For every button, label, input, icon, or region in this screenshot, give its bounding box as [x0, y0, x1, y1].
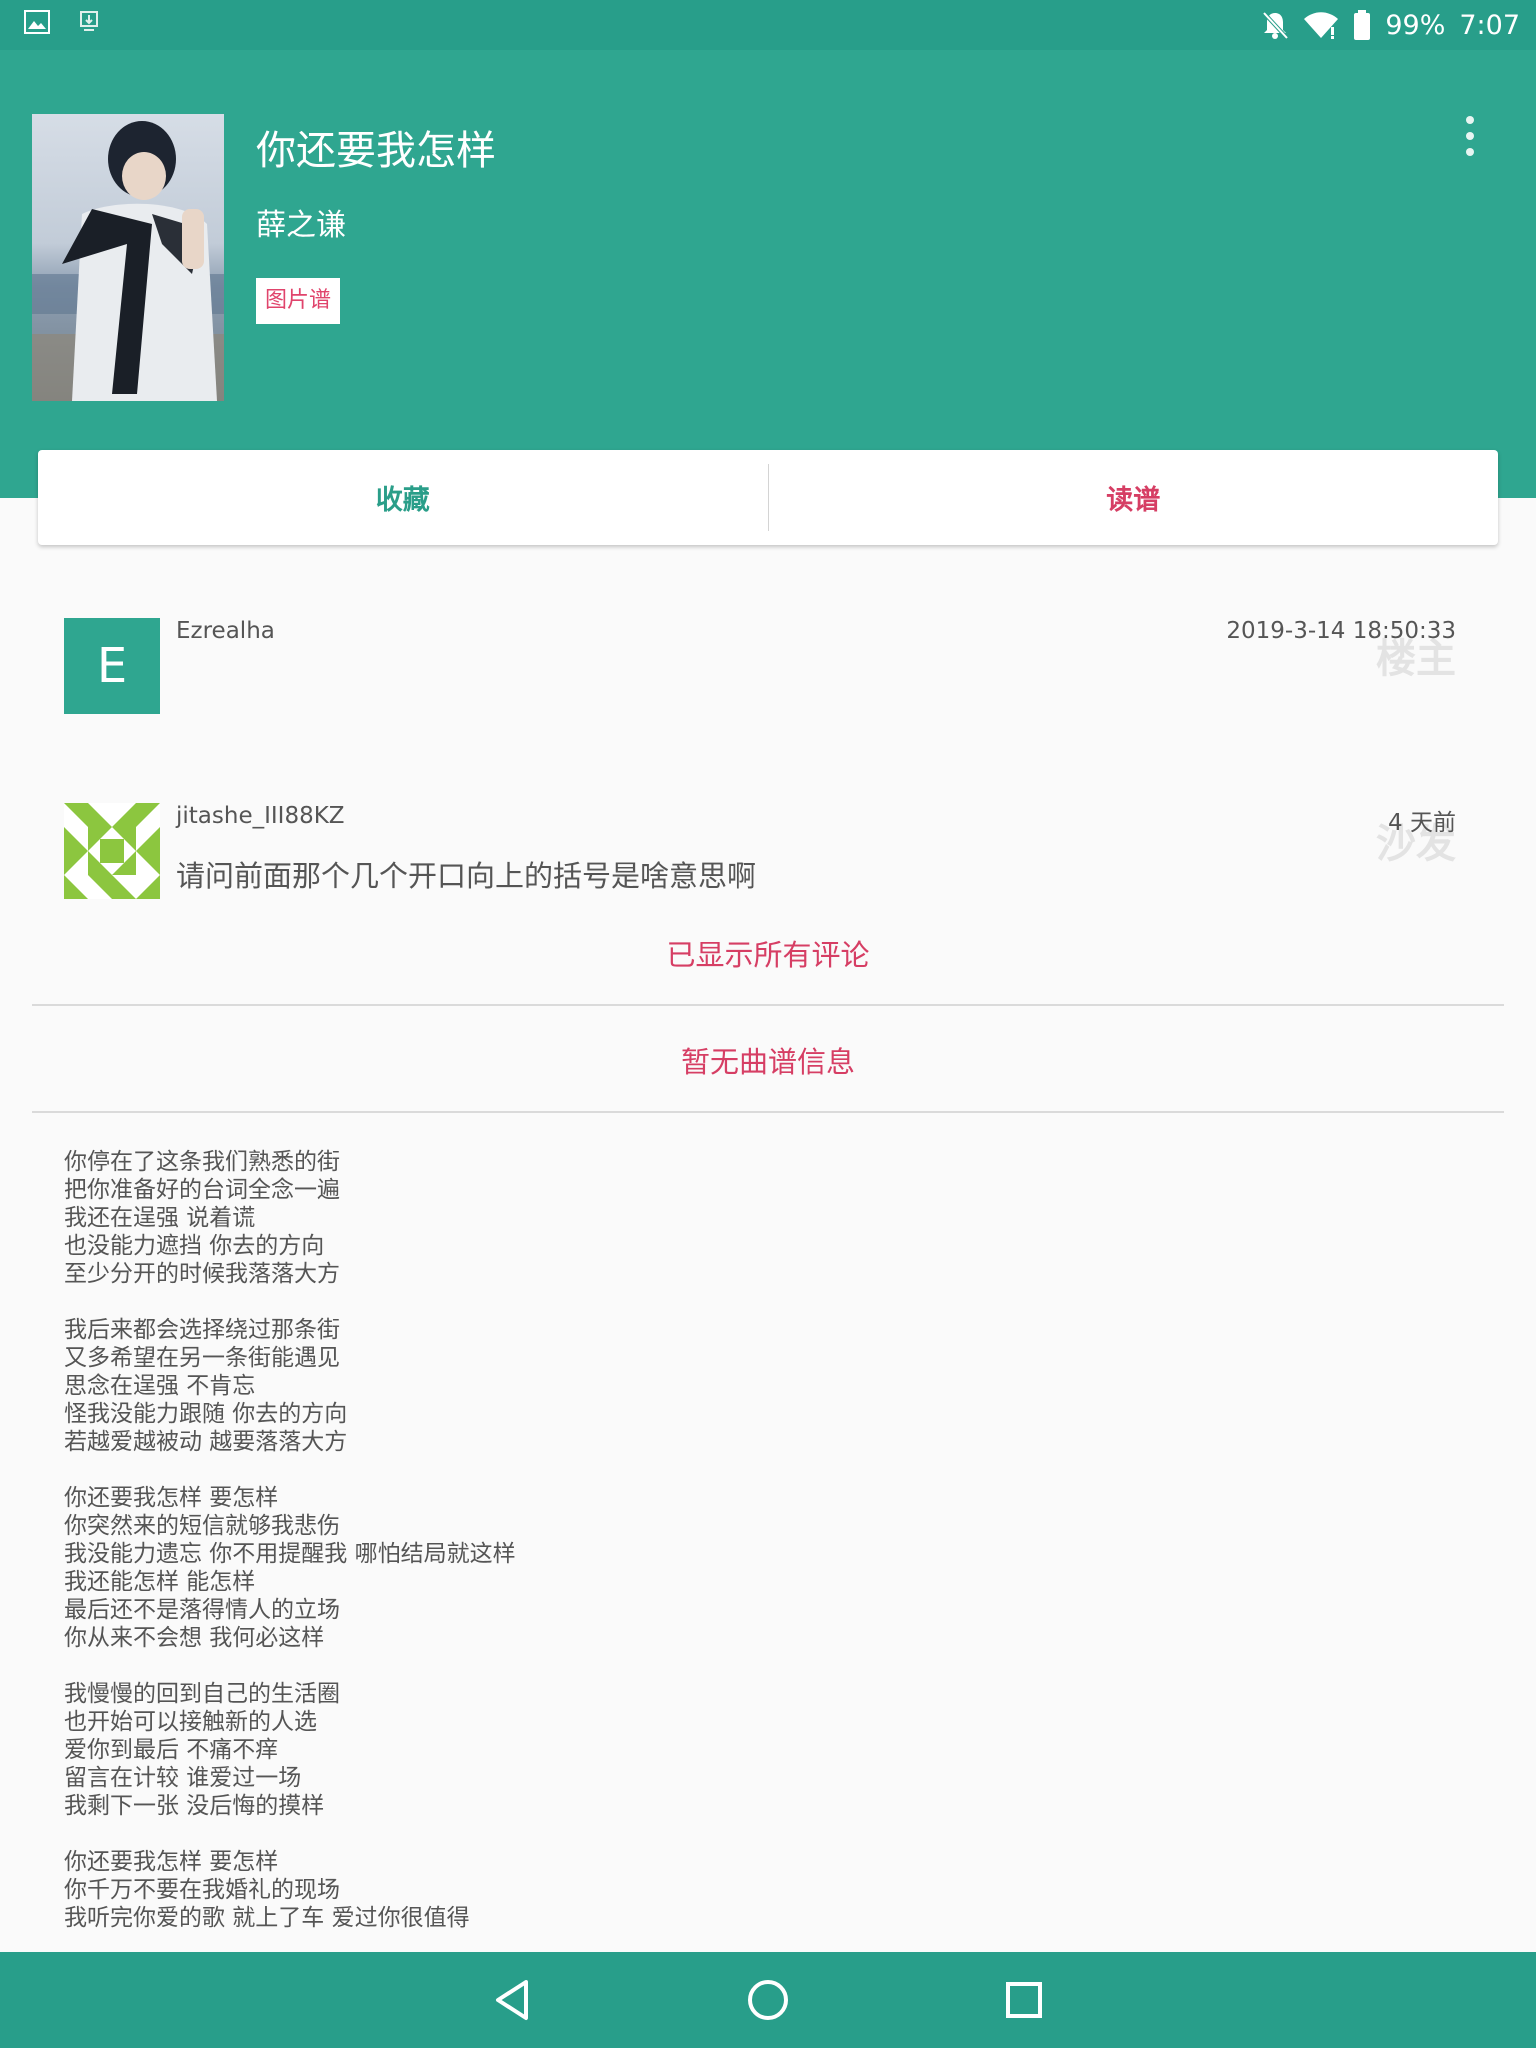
status-bar: 99% 7:07: [0, 0, 1536, 50]
score-type-tag: 图片谱: [256, 278, 341, 324]
favorite-button[interactable]: 收藏: [38, 450, 768, 545]
lyrics-line: 我还能怎样 能怎样: [64, 1569, 256, 1595]
lyrics-line: 又多希望在另一条街能遇见: [64, 1345, 340, 1371]
lyrics-line: 我剩下一张 没后悔的摸样: [64, 1793, 325, 1819]
lyrics-line: 若越爱越被动 越要落落大方: [64, 1429, 348, 1455]
lyrics-line: 你停在了这条我们熟悉的街: [64, 1149, 340, 1175]
all-comments-shown-label: 已显示所有评论: [666, 938, 870, 972]
download-icon: [78, 10, 100, 34]
artist-name[interactable]: 薛之谦: [256, 200, 346, 244]
comment-username[interactable]: jitashe_III88KZ: [176, 803, 345, 829]
lyrics-line: 你还要我怎样 要怎样: [64, 1849, 279, 1875]
lyrics-line: 也没能力遮挡 你去的方向: [64, 1233, 325, 1259]
comment-username[interactable]: Ezrealha: [176, 618, 275, 644]
lyrics-line: 怪我没能力跟随 你去的方向: [64, 1401, 348, 1427]
avatar[interactable]: E: [64, 618, 160, 714]
navigation-bar: [0, 1952, 1536, 2048]
lyrics-line: 我慢慢的回到自己的生活圈: [64, 1681, 340, 1707]
lyrics-stanza: 你还要我怎样 要怎样 你突然来的短信就够我悲伤 我没能力遗忘 你不用提醒我 哪怕…: [64, 1484, 1464, 1652]
battery-icon: [1353, 10, 1371, 40]
lyrics-line: 你还要我怎样 要怎样: [64, 1485, 279, 1511]
lyrics-line: 最后还不是落得情人的立场: [64, 1597, 340, 1623]
image-icon: [24, 10, 50, 34]
comment-item[interactable]: E Ezrealha 楼主 2019-3-14 18:50:33: [64, 618, 1456, 714]
divider: [32, 1111, 1504, 1113]
lyrics-line: 把你准备好的台词全念一遍: [64, 1177, 340, 1203]
back-icon[interactable]: [490, 1978, 534, 2022]
lyrics-line: 我听完你爱的歌 就上了车 爱过你很值得: [64, 1905, 470, 1931]
read-score-button[interactable]: 读谱: [769, 450, 1499, 545]
lyrics-stanza: 你停在了这条我们熟悉的街 把你准备好的台词全念一遍 我还在逞强 说着谎 也没能力…: [64, 1148, 1464, 1288]
song-header: 你还要我怎样 薛之谦 图片谱: [0, 50, 1536, 498]
lyrics-line: 你突然来的短信就够我悲伤: [64, 1513, 340, 1539]
avatar[interactable]: [64, 803, 160, 899]
album-cover: [32, 114, 224, 401]
lyrics-line: 至少分开的时候我落落大方: [64, 1261, 340, 1287]
lyrics-stanza: 我慢慢的回到自己的生活圈 也开始可以接触新的人选 爱你到最后 不痛不痒 留言在计…: [64, 1680, 1464, 1820]
battery-percent: 99%: [1385, 9, 1446, 41]
more-options-icon[interactable]: [1464, 116, 1476, 156]
clock: 7:07: [1459, 9, 1520, 41]
comment-time: 2019-3-14 18:50:33: [1226, 618, 1456, 644]
home-icon[interactable]: [746, 1978, 790, 2022]
lyrics-line: 你从来不会想 我何必这样: [64, 1625, 325, 1651]
song-title: 你还要我怎样: [256, 128, 496, 174]
no-score-info-label: 暂无曲谱信息: [680, 1045, 855, 1079]
lyrics-text: 你停在了这条我们熟悉的街 把你准备好的台词全念一遍 我还在逞强 说着谎 也没能力…: [64, 1148, 1464, 1960]
lyrics-stanza: 我后来都会选择绕过那条街 又多希望在另一条街能遇见 思念在逞强 不肯忘 怪我没能…: [64, 1316, 1464, 1456]
notifications-off-icon: [1261, 10, 1289, 40]
lyrics-line: 我没能力遗忘 你不用提醒我 哪怕结局就这样: [64, 1541, 516, 1567]
recents-icon[interactable]: [1002, 1978, 1046, 2022]
lyrics-line: 留言在计较 谁爱过一场: [64, 1765, 302, 1791]
lyrics-line: 我还在逞强 说着谎: [64, 1205, 256, 1231]
lyrics-line: 我后来都会选择绕过那条街: [64, 1317, 340, 1343]
divider: [32, 1004, 1504, 1006]
lyrics-line: 也开始可以接触新的人选: [64, 1709, 317, 1735]
lyrics-line: 爱你到最后 不痛不痒: [64, 1737, 279, 1763]
comment-text: 请问前面那个几个开口向上的括号是啥意思啊: [176, 859, 757, 893]
comment-time: 4 天前: [1388, 810, 1456, 836]
comment-item[interactable]: jitashe_III88KZ 沙发 4 天前 请问前面那个几个开口向上的括号是…: [64, 803, 1456, 899]
lyrics-line: 思念在逞强 不肯忘: [64, 1373, 256, 1399]
lyrics-line: 你千万不要在我婚礼的现场: [64, 1877, 340, 1903]
action-card: 收藏 读谱: [38, 450, 1498, 545]
wifi-icon: [1303, 11, 1339, 39]
lyrics-stanza: 你还要我怎样 要怎样 你千万不要在我婚礼的现场 我听完你爱的歌 就上了车 爱过你…: [64, 1848, 1464, 1932]
